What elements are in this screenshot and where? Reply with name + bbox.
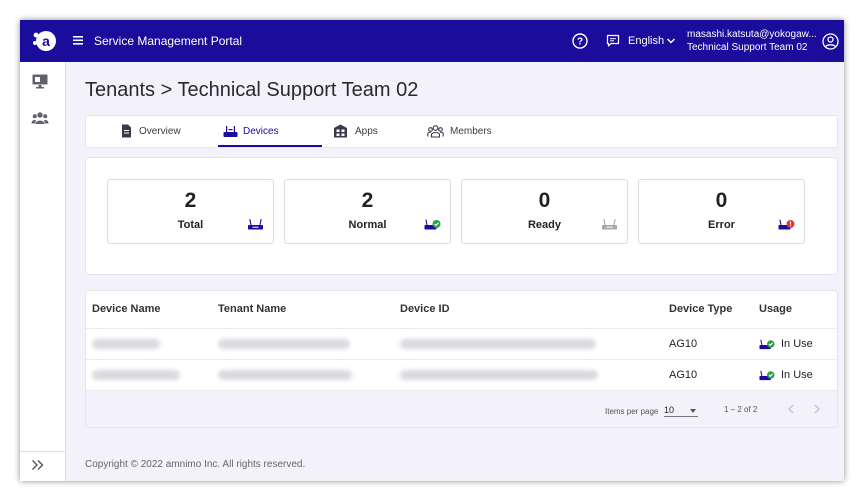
tab-members[interactable]: Members (427, 116, 507, 147)
side-nav (20, 62, 66, 481)
device-total-icon (248, 219, 263, 230)
column-header-device-name[interactable]: Device Name (92, 303, 161, 315)
users-nav-icon[interactable] (31, 109, 49, 127)
redacted-device-id (400, 339, 596, 349)
tab-overview[interactable]: Overview (119, 116, 189, 147)
tab-apps[interactable]: Apps (333, 116, 393, 147)
table-row[interactable]: AG10 In Use (86, 359, 837, 391)
summary-card-normal[interactable]: 2 Normal (284, 179, 451, 244)
column-header-device-type[interactable]: Device Type (669, 303, 732, 315)
summary-count: 0 (538, 189, 551, 212)
previous-page-icon[interactable] (786, 403, 796, 415)
device-type: AG10 (669, 338, 698, 350)
devices-nav-icon[interactable] (31, 72, 49, 90)
router-icon (223, 126, 238, 137)
menu-icon[interactable] (73, 33, 85, 47)
active-tab-indicator (218, 145, 322, 147)
apps-icon (334, 124, 347, 138)
dropdown-arrow-icon (690, 409, 696, 413)
in-use-icon (759, 370, 775, 381)
svg-text:a: a (42, 33, 50, 49)
device-error-icon (778, 219, 795, 230)
summary-count: 2 (184, 189, 197, 212)
device-type: AG10 (669, 369, 698, 381)
device-normal-icon (424, 219, 441, 230)
document-icon (122, 124, 131, 138)
user-info[interactable]: masashi.katsuta@yokogaw... Technical Sup… (687, 28, 817, 54)
chevron-down-icon[interactable] (666, 37, 676, 45)
user-email: masashi.katsuta@yokogaw... (687, 29, 817, 40)
next-page-icon[interactable] (812, 403, 822, 415)
expand-sidebar-icon[interactable] (31, 459, 45, 471)
page-range: 1 – 2 of 2 (724, 405, 758, 414)
summary-card-error[interactable]: 0 Error (638, 179, 805, 244)
redacted-device-name (92, 370, 180, 380)
items-per-page-value: 10 (664, 405, 675, 415)
usage-status: In Use (781, 369, 813, 381)
tab-devices[interactable]: Devices (223, 116, 293, 147)
svg-text:?: ? (577, 37, 583, 48)
help-icon[interactable]: ? (572, 33, 588, 49)
usage-status: In Use (781, 338, 813, 350)
items-per-page-select[interactable]: 10 (664, 404, 698, 417)
summary-card-ready[interactable]: 0 Ready (461, 179, 628, 244)
summary-card-total[interactable]: 2 Total (107, 179, 274, 244)
user-tenant: Technical Support Team 02 (687, 42, 808, 53)
account-icon[interactable] (822, 33, 839, 50)
column-header-tenant-name[interactable]: Tenant Name (218, 303, 286, 315)
redacted-tenant-name (218, 339, 350, 349)
side-nav-divider (20, 451, 65, 452)
paginator: Items per page 10 1 – 2 of 2 (86, 390, 837, 427)
device-ready-icon (602, 219, 617, 230)
redacted-device-name (92, 339, 160, 349)
column-header-usage[interactable]: Usage (759, 303, 792, 315)
column-header-device-id[interactable]: Device ID (400, 303, 450, 315)
tab-bar: Overview Devices Apps Members (85, 115, 838, 148)
portal-title: Service Management Portal (94, 34, 243, 48)
device-summary: 2 Total 2 Normal 0 Ready 0 Error (85, 157, 838, 275)
summary-count: 0 (715, 189, 728, 212)
footer-copyright: Copyright © 2022 amnimo Inc. All rights … (85, 459, 306, 470)
members-icon (427, 125, 444, 138)
tab-label: Overview (139, 126, 181, 137)
redacted-device-id (400, 370, 598, 380)
tab-label: Members (450, 126, 492, 137)
top-bar: a Service Management Portal ? English ma… (20, 20, 844, 62)
redacted-tenant-name (218, 370, 352, 380)
summary-count: 2 (361, 189, 374, 212)
in-use-icon (759, 339, 775, 350)
app-window: a Service Management Portal ? English ma… (20, 20, 844, 481)
amnimo-logo-icon[interactable]: a (32, 29, 56, 53)
tab-label: Apps (355, 126, 378, 137)
breadcrumb: Tenants > Technical Support Team 02 (85, 79, 419, 101)
tab-label: Devices (243, 126, 279, 137)
device-table: Device Name Tenant Name Device ID Device… (85, 290, 838, 428)
language-selector[interactable]: English (628, 35, 664, 47)
table-row[interactable]: AG10 In Use (86, 328, 837, 360)
language-icon[interactable] (606, 34, 620, 48)
items-per-page-label: Items per page (605, 407, 659, 416)
main-content: Tenants > Technical Support Team 02 Over… (66, 62, 844, 481)
